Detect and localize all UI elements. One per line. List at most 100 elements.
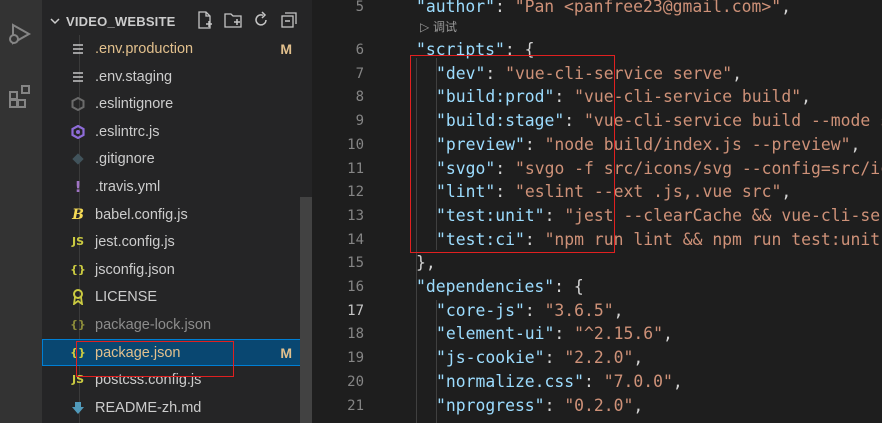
indent-guide [416, 58, 417, 423]
codelens-debug[interactable]: ▷ 调试 [420, 18, 457, 35]
code-sep: : [495, 182, 515, 202]
file-item-eslintrc[interactable]: .eslintrc.js [42, 118, 312, 145]
code-key: "nprogress" [436, 395, 545, 415]
line-number: 19 [347, 350, 364, 367]
code-key: "build:stage" [436, 111, 565, 131]
git-icon [70, 151, 86, 167]
file-item-package-json[interactable]: {} package.json M [42, 339, 312, 366]
code-key: "lint" [436, 182, 496, 202]
file-item-eslintignore[interactable]: .eslintignore [42, 90, 312, 117]
folder-title: VIDEO_WEBSITE [66, 13, 176, 29]
code-sep: : [564, 111, 585, 131]
sidebar-scrollbar[interactable] [300, 197, 312, 423]
file-name: postcss.config.js [95, 371, 202, 388]
code-end: , [801, 87, 812, 107]
eslint-gray-icon [70, 96, 86, 112]
extensions-icon[interactable] [0, 76, 42, 116]
code-line: "element-ui": "^2.15.6", [436, 324, 673, 343]
code-end: { [573, 277, 584, 296]
line-number: 17 [347, 302, 364, 319]
file-item-gitignore[interactable]: .gitignore [42, 145, 312, 172]
code-end: { [524, 40, 535, 59]
code-sep: : [524, 300, 545, 320]
code-editor[interactable]: ▷ 调试 5 6 7 8 9 10 11 12 13 14 15 16 17 18 19 20 21 "auth… [312, 0, 882, 423]
json-icon: {} [70, 318, 86, 331]
new-file-icon[interactable] [196, 11, 214, 29]
run-debug-icon[interactable] [0, 14, 42, 54]
line-number: 9 [355, 113, 364, 130]
code-sep: : [554, 324, 575, 344]
code-sep: : [504, 40, 525, 59]
code-val: "vue-cli-service build" [574, 87, 802, 107]
file-item-env-staging[interactable]: .env.staging [42, 63, 312, 90]
collapse-all-icon[interactable] [280, 11, 298, 29]
line-number: 15 [347, 255, 364, 272]
file-name: jsconfig.json [95, 261, 175, 278]
code-val: "jest --clearCache && vue-cli-serv [564, 205, 882, 225]
code-key: "preview" [436, 134, 525, 154]
code-val: "Pan <panfree23@gmail.com>" [514, 0, 782, 16]
line-number: 8 [355, 89, 364, 106]
activity-bar [0, 0, 42, 423]
code-val: "vue-cli-service build --mode st [584, 111, 882, 131]
code-sep: : [494, 0, 515, 16]
code-line: "core-js": "3.6.5", [436, 301, 624, 320]
code-line: "js-cookie": "2.2.0", [436, 348, 643, 367]
chevron-down-icon [50, 18, 60, 25]
file-name: babel.config.js [95, 206, 188, 223]
file-item-license[interactable]: LICENSE [42, 283, 312, 310]
code-sep: : [584, 371, 604, 391]
line-number: 12 [347, 184, 364, 201]
line-number: 11 [347, 160, 364, 177]
code-line: "dev": "vue-cli-service serve", [436, 64, 742, 83]
json-icon: {} [70, 263, 86, 276]
refresh-icon[interactable] [252, 11, 270, 29]
new-folder-icon[interactable] [224, 11, 242, 29]
line-number: 14 [347, 231, 364, 248]
file-item-travis[interactable]: ! .travis.yml [42, 173, 312, 200]
code-sep: : [554, 277, 574, 296]
code-end: , [662, 324, 673, 344]
line-number: 7 [355, 65, 364, 82]
file-name: README-zh.md [95, 399, 202, 416]
code-key: "dependencies" [416, 277, 555, 296]
code-line: "build:prod": "vue-cli-service build", [436, 87, 811, 106]
code-val: "2.2.0" [564, 348, 634, 368]
line-number: 16 [347, 279, 364, 295]
modified-badge: M [280, 40, 292, 57]
code-line: "dependencies": { [416, 277, 584, 296]
code-val: "eslint --ext .js,.vue src" [514, 182, 782, 202]
code-val: "7.0.0" [603, 371, 673, 391]
code-val: "node build/index.js --preview" [544, 134, 851, 154]
modified-badge: M [280, 344, 292, 361]
file-item-babel-config[interactable]: B babel.config.js [42, 201, 312, 228]
code-sep: : [485, 63, 506, 83]
file-item-jest-config[interactable]: JS jest.config.js [42, 228, 312, 255]
code-sep: : [495, 158, 515, 178]
code-sep: : [524, 134, 545, 154]
lines-icon [70, 69, 86, 85]
code-sep: : [544, 205, 565, 225]
code-key: "element-ui" [436, 324, 555, 344]
file-item-package-lock[interactable]: {} package-lock.json [42, 311, 312, 338]
file-item-readme[interactable]: README-zh.md [42, 394, 312, 421]
code-val: "3.6.5" [544, 300, 614, 320]
code-key: "js-cookie" [436, 348, 545, 368]
file-item-jsconfig[interactable]: {} jsconfig.json [42, 256, 312, 283]
markdown-icon [70, 400, 86, 416]
file-name: .gitignore [95, 150, 155, 167]
file-name: .travis.yml [95, 178, 161, 195]
code-key: "dev" [436, 63, 486, 83]
code-key: "author" [416, 0, 495, 16]
file-item-env-production[interactable]: .env.production M [42, 35, 312, 62]
file-name: jest.config.js [95, 233, 175, 250]
codelens-label: 调试 [433, 20, 458, 34]
code-line: }, [416, 253, 436, 272]
explorer-actions [196, 11, 298, 29]
json-icon: {} [70, 346, 86, 359]
code-sep: : [544, 395, 565, 415]
folder-header[interactable]: VIDEO_WEBSITE [42, 8, 312, 34]
file-item-postcss-config[interactable]: JS postcss.config.js [42, 366, 312, 393]
code-line: "lint": "eslint --ext .js,.vue src", [436, 182, 791, 201]
code-val: "0.2.0" [564, 395, 634, 415]
